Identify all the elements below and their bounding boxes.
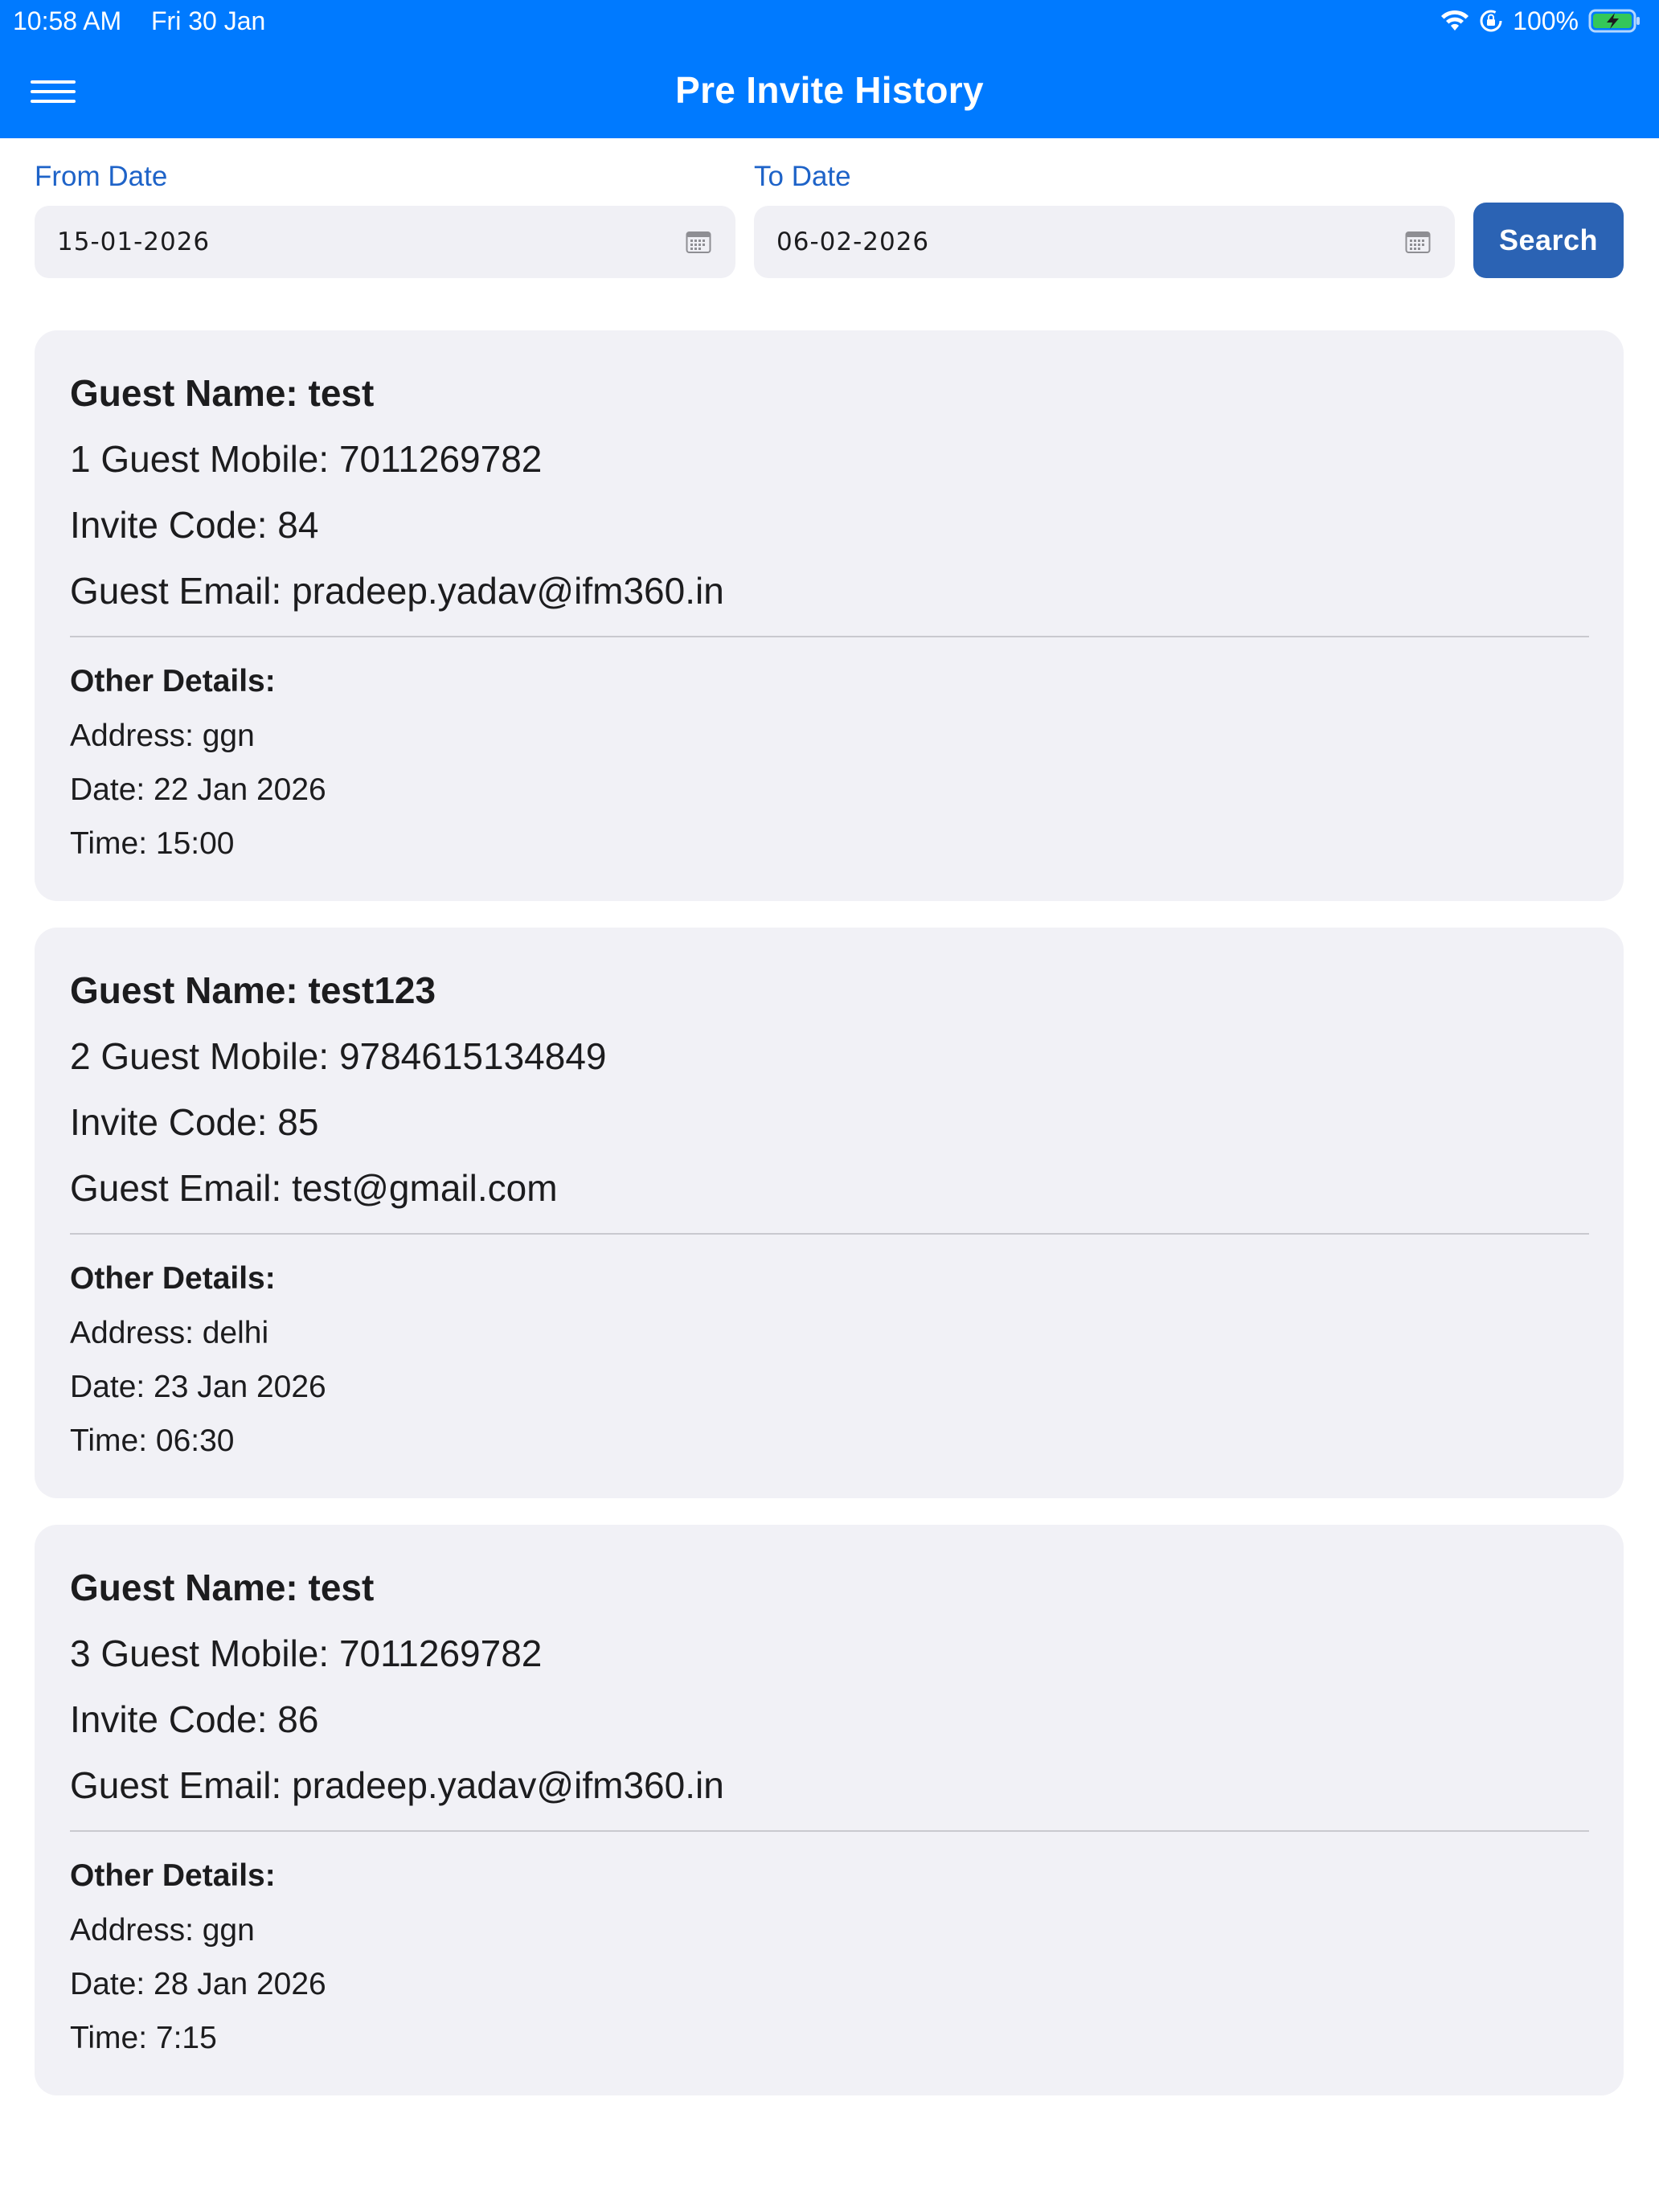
to-date-label: To Date xyxy=(754,161,851,192)
page-title: Pre Invite History xyxy=(675,69,984,111)
to-date-field[interactable]: 06-02-2026 xyxy=(754,206,1455,278)
other-details-heading: Other Details: xyxy=(70,1858,276,1893)
card-divider xyxy=(70,1830,1589,1832)
guest-email: Guest Email: pradeep.yadav@ifm360.in xyxy=(70,1764,724,1806)
detail-address: Address: delhi xyxy=(70,1316,269,1350)
detail-date: Date: 23 Jan 2026 xyxy=(70,1370,326,1404)
detail-address: Address: ggn xyxy=(70,1913,255,1948)
detail-date: Date: 28 Jan 2026 xyxy=(70,1967,326,2001)
guest-name: Guest Name: test123 xyxy=(70,969,436,1011)
calendar-icon[interactable] xyxy=(686,230,711,254)
lock-rotation-icon xyxy=(1479,9,1503,33)
guest-mobile: 3 Guest Mobile: 7011269782 xyxy=(70,1632,543,1674)
calendar-icon[interactable] xyxy=(1405,230,1431,254)
status-bar: 10:58 AM Fri 30 Jan 100% xyxy=(0,0,1659,42)
card-divider xyxy=(70,636,1589,637)
detail-time: Time: 15:00 xyxy=(70,826,235,861)
detail-time: Time: 06:30 xyxy=(70,1423,235,1458)
detail-date: Date: 22 Jan 2026 xyxy=(70,772,326,807)
status-indicators: 100% xyxy=(1440,0,1641,42)
from-date-label: From Date xyxy=(35,161,168,192)
guest-email: Guest Email: test@gmail.com xyxy=(70,1167,558,1209)
invite-code: Invite Code: 85 xyxy=(70,1101,319,1143)
invite-code: Invite Code: 86 xyxy=(70,1698,319,1740)
other-details-heading: Other Details: xyxy=(70,1261,276,1296)
battery-percent: 100% xyxy=(1513,6,1579,35)
battery-charging-icon xyxy=(1588,8,1641,34)
status-date: Fri 30 Jan xyxy=(151,6,266,35)
app-header: 10:58 AM Fri 30 Jan 100% Pre Invite Hist… xyxy=(0,0,1659,138)
guest-mobile: 2 Guest Mobile: 9784615134849 xyxy=(70,1035,607,1077)
invite-card[interactable]: Guest Name: test 3 Guest Mobile: 7011269… xyxy=(35,1525,1624,2095)
from-date-value: 15-01-2026 xyxy=(57,227,211,256)
nav-bar: Pre Invite History xyxy=(0,42,1659,138)
guest-name: Guest Name: test xyxy=(70,372,375,414)
to-date-value: 06-02-2026 xyxy=(776,227,930,256)
guest-email: Guest Email: pradeep.yadav@ifm360.in xyxy=(70,570,724,612)
search-button[interactable]: Search xyxy=(1473,203,1624,278)
wifi-icon xyxy=(1440,10,1469,32)
invite-code: Invite Code: 84 xyxy=(70,504,319,546)
invite-card[interactable]: Guest Name: test 1 Guest Mobile: 7011269… xyxy=(35,330,1624,901)
guest-mobile: 1 Guest Mobile: 7011269782 xyxy=(70,438,543,480)
other-details-heading: Other Details: xyxy=(70,664,276,698)
detail-time: Time: 7:15 xyxy=(70,2021,217,2055)
detail-address: Address: ggn xyxy=(70,719,255,753)
card-divider xyxy=(70,1233,1589,1235)
guest-name: Guest Name: test xyxy=(70,1567,375,1608)
status-time: 10:58 AM xyxy=(13,6,122,35)
invite-card[interactable]: Guest Name: test123 2 Guest Mobile: 9784… xyxy=(35,928,1624,1498)
from-date-field[interactable]: 15-01-2026 xyxy=(35,206,735,278)
